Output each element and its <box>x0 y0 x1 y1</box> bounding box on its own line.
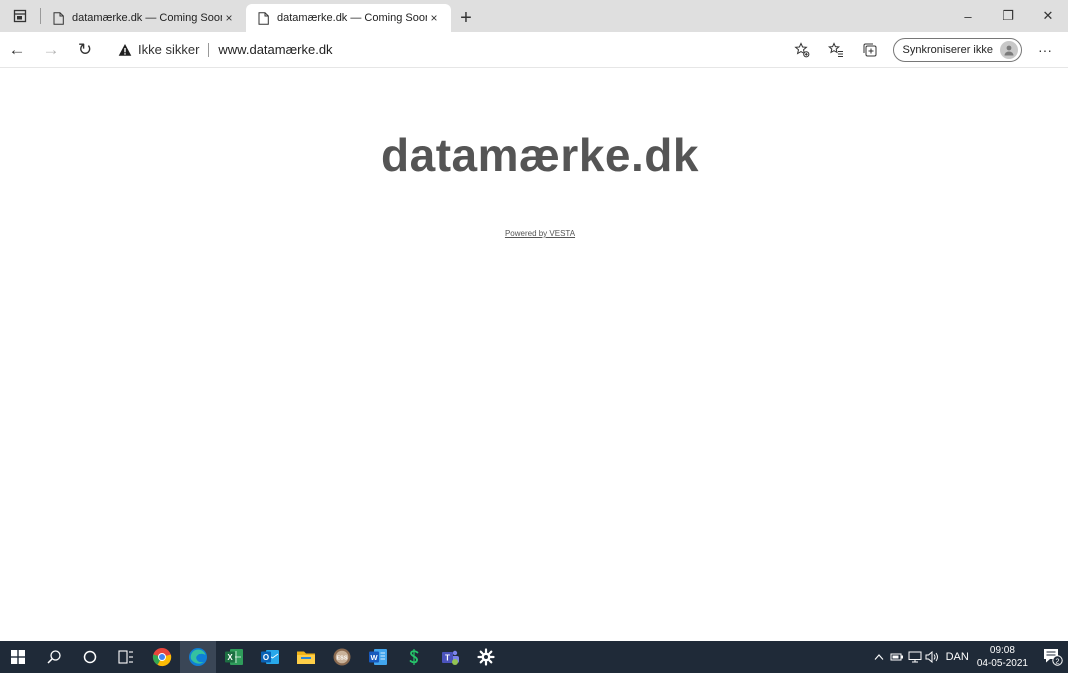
outlook-letter: O <box>263 653 269 662</box>
teams-app[interactable]: T <box>432 641 468 673</box>
volume-tray-button[interactable] <box>924 651 942 663</box>
tab-actions-button[interactable] <box>0 0 40 32</box>
file-explorer-app[interactable] <box>288 641 324 673</box>
warning-icon[interactable] <box>118 43 132 57</box>
new-tab-button[interactable]: + <box>451 4 481 32</box>
refresh-button[interactable]: ↻ <box>68 35 102 65</box>
cortana-button[interactable] <box>72 641 108 673</box>
tab-datamaerke-1[interactable]: datamærke.dk — Coming Soon × <box>41 4 246 32</box>
clock-time: 09:08 <box>989 645 1015 656</box>
notification-icon: 2 <box>1044 649 1063 666</box>
task-view-button[interactable] <box>108 641 144 673</box>
dollar-icon <box>409 649 419 665</box>
outlook-icon: O <box>261 650 279 664</box>
browser-window: datamærke.dk — Coming Soon × datamærke.d… <box>0 0 1068 673</box>
sync-label: Synkroniserer ikke <box>902 43 993 56</box>
start-button[interactable] <box>0 641 36 673</box>
close-tab-icon[interactable]: × <box>222 11 236 25</box>
search-icon <box>47 650 61 664</box>
address-bar[interactable]: Ikke sikker www.datamærke.dk <box>110 36 770 64</box>
settings-more-button[interactable]: ··· <box>1028 35 1062 65</box>
outlook-app[interactable]: O <box>252 641 288 673</box>
word-app[interactable]: W <box>360 641 396 673</box>
ess-app[interactable]: ESS <box>324 641 360 673</box>
close-tab-icon[interactable]: × <box>427 11 441 25</box>
excel-app[interactable]: X <box>216 641 252 673</box>
toolbar-right: Synkroniserer ikke ··· <box>785 35 1068 65</box>
page-title: datamærke.dk <box>381 129 699 181</box>
minimize-button[interactable]: – <box>948 0 988 32</box>
windows-taskbar: X O ESS W T DAN 09:08 04-05-2021 2 <box>0 641 1068 673</box>
gear-icon <box>477 648 495 666</box>
clock[interactable]: 09:08 04-05-2021 <box>977 644 1028 670</box>
ess-icon: ESS <box>333 648 351 666</box>
page-icon <box>53 11 64 25</box>
windows-logo-icon <box>11 650 25 664</box>
teams-icon: T <box>442 650 459 665</box>
window-controls: – ❐ ✕ <box>948 0 1068 32</box>
search-button[interactable] <box>36 641 72 673</box>
address-separator <box>208 42 210 57</box>
excel-icon: X <box>225 649 243 665</box>
network-tray-button[interactable] <box>906 651 924 663</box>
tab-actions-icon <box>13 9 27 23</box>
page-icon <box>258 11 269 25</box>
show-hidden-icons-button[interactable] <box>870 653 888 661</box>
teams-letter: T <box>445 654 450 663</box>
favorites-button[interactable] <box>819 35 853 65</box>
folder-icon <box>297 651 315 664</box>
word-letter: W <box>370 653 378 662</box>
tab-title: datamærke.dk — Coming Soon <box>72 12 222 24</box>
back-button[interactable]: ← <box>0 35 34 65</box>
url-text[interactable]: www.datamærke.dk <box>218 42 332 57</box>
tab-title: datamærke.dk — Coming Soon <box>277 12 427 24</box>
navigation-toolbar: ← → ↻ Ikke sikker www.datamærke.dk Synkr… <box>0 32 1068 68</box>
battery-icon <box>890 653 903 661</box>
speaker-icon <box>925 651 938 663</box>
page-viewport: datamærke.dk Powered by VESTA <box>0 68 1068 641</box>
restore-button[interactable]: ❐ <box>988 0 1028 32</box>
collections-button[interactable] <box>853 35 887 65</box>
battery-tray-button[interactable] <box>888 652 906 662</box>
chrome-icon <box>152 648 172 667</box>
edge-icon <box>189 648 207 666</box>
favorites-list-icon <box>827 41 843 57</box>
avatar <box>1000 40 1018 59</box>
ess-label: ESS <box>336 655 347 661</box>
system-tray: DAN 09:08 04-05-2021 2 <box>870 641 1068 673</box>
chrome-app[interactable] <box>144 641 180 673</box>
action-center-button[interactable]: 2 <box>1038 641 1068 673</box>
close-window-button[interactable]: ✕ <box>1028 0 1068 32</box>
cortana-icon <box>83 650 97 664</box>
person-icon <box>1004 45 1014 55</box>
chevron-up-icon <box>874 654 884 660</box>
add-favorite-button[interactable] <box>785 35 819 65</box>
excel-letter: X <box>227 653 233 662</box>
powered-by-link[interactable]: Powered by VESTA <box>0 229 1068 238</box>
settings-app[interactable] <box>468 641 504 673</box>
profile-sync-button[interactable]: Synkroniserer ikke <box>892 37 1022 62</box>
forward-button[interactable]: → <box>34 35 68 65</box>
not-secure-label[interactable]: Ikke sikker <box>138 42 199 57</box>
notification-count: 2 <box>1055 656 1059 665</box>
network-icon <box>908 651 922 663</box>
collections-icon <box>863 43 877 56</box>
word-icon: W <box>369 649 387 665</box>
clock-date: 04-05-2021 <box>976 658 1028 669</box>
tab-datamaerke-2[interactable]: datamærke.dk — Coming Soon × <box>246 4 451 32</box>
task-view-icon <box>118 650 133 664</box>
edge-app[interactable] <box>180 641 216 673</box>
star-add-icon <box>793 41 809 57</box>
scripting-app[interactable] <box>396 641 432 673</box>
language-indicator[interactable]: DAN <box>946 651 969 663</box>
tab-strip: datamærke.dk — Coming Soon × datamærke.d… <box>0 0 1068 32</box>
